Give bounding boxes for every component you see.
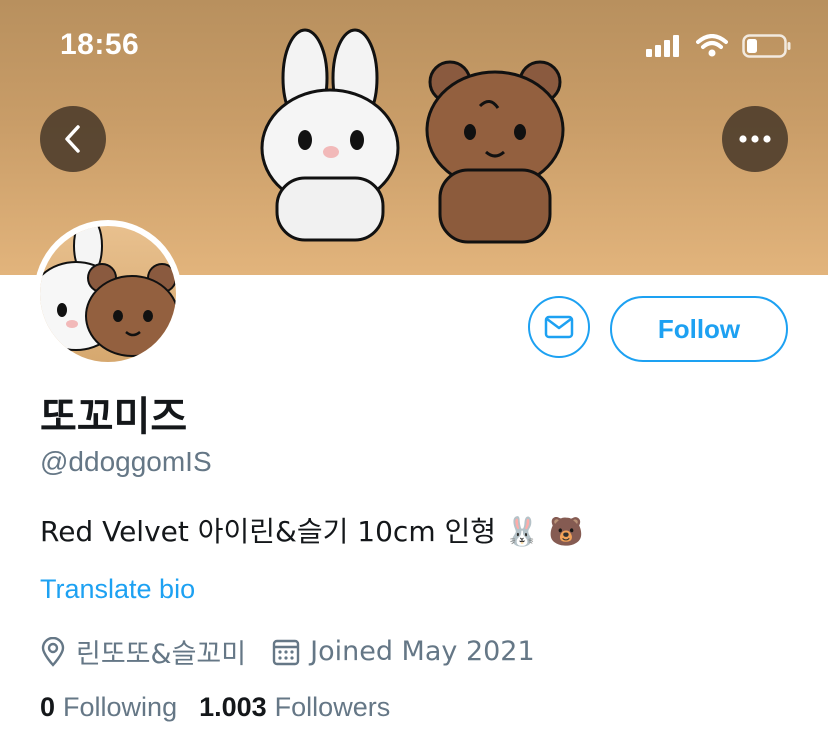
followers-label: Followers: [274, 692, 391, 722]
status-bar: 18:56: [0, 0, 828, 90]
display-name: 또꼬미즈: [40, 394, 188, 440]
followers-stat[interactable]: 1.003 Followers: [199, 692, 390, 723]
status-icons: [646, 34, 792, 58]
profile-avatar[interactable]: [34, 220, 182, 368]
avatar-image: [40, 226, 176, 362]
following-stat[interactable]: 0 Following: [40, 692, 177, 723]
profile-meta: 린또또&슬꼬미 Joined May 2021: [40, 632, 561, 671]
wifi-icon: [696, 34, 728, 57]
message-button[interactable]: [528, 296, 590, 358]
joined-item: Joined May 2021: [272, 636, 535, 667]
followers-count: 1.003: [199, 692, 267, 722]
profile-bio: Red Velvet 아이린&슬기 10cm 인형 🐰 🐻: [40, 515, 584, 548]
follow-button[interactable]: Follow: [610, 296, 788, 362]
follow-stats: 0 Following 1.003 Followers: [40, 692, 412, 723]
status-time: 18:56: [60, 28, 140, 61]
mail-icon: [544, 315, 574, 339]
cellular-signal-icon: [646, 35, 679, 57]
following-count: 0: [40, 692, 56, 722]
battery-icon: [742, 34, 791, 58]
joined-date: Joined May 2021: [310, 636, 535, 667]
back-button[interactable]: [40, 106, 106, 172]
user-handle: @ddoggomIS: [40, 446, 212, 477]
calendar-icon: [272, 639, 300, 665]
more-horizontal-icon: [739, 135, 771, 143]
location-text: 린또또&슬꼬미: [76, 639, 247, 670]
more-options-button[interactable]: [722, 106, 788, 172]
location-item: 린또또&슬꼬미: [40, 632, 246, 671]
chevron-left-icon: [65, 125, 80, 153]
translate-bio-link[interactable]: Translate bio: [40, 574, 195, 605]
location-pin-icon: [41, 636, 65, 667]
avatar-plushies-image: [40, 226, 176, 357]
following-label: Following: [63, 692, 178, 722]
